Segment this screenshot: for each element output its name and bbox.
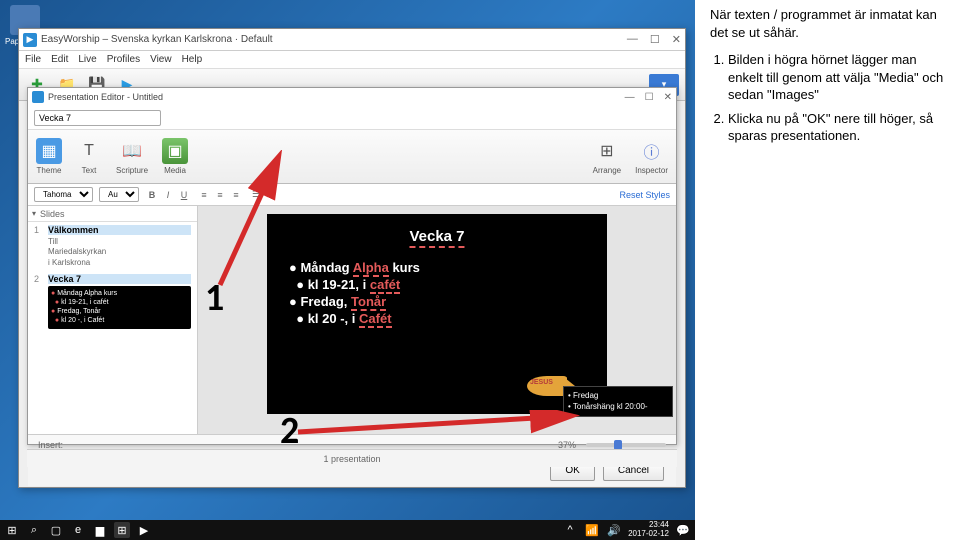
menu-view[interactable]: View: [150, 54, 172, 65]
align-center[interactable]: ≡: [213, 188, 227, 202]
menu-help[interactable]: Help: [182, 54, 203, 65]
title-input[interactable]: [34, 110, 161, 126]
slides-header[interactable]: ▾ Slides: [28, 206, 197, 222]
format-buttons: B I U: [145, 188, 191, 202]
app-icon: ▶: [23, 33, 37, 47]
minimize-button[interactable]: —: [627, 33, 638, 46]
menu-live[interactable]: Live: [78, 54, 96, 65]
editor-maximize[interactable]: ☐: [645, 92, 654, 103]
editor-icon: [32, 91, 44, 103]
italic-button[interactable]: I: [161, 188, 175, 202]
close-button[interactable]: ✕: [672, 33, 681, 46]
ribbon-arrange[interactable]: ⊞Arrange: [593, 138, 621, 175]
main-title-bar[interactable]: ▶ EasyWorship – Svenska kyrkan Karlskron…: [19, 29, 685, 51]
callout-number-2: 2: [280, 408, 299, 454]
ribbon-theme[interactable]: ▦Theme: [36, 138, 62, 175]
easyworship-window: ▶ EasyWorship – Svenska kyrkan Karlskron…: [18, 28, 686, 488]
ribbon-media[interactable]: ▣Media: [162, 138, 188, 175]
slides-panel: ▾ Slides 1 Välkommen Till Mariedalskyrka…: [28, 206, 198, 434]
arrange-icon: ⊞: [594, 138, 620, 164]
reset-styles[interactable]: Reset Styles: [619, 190, 670, 200]
slide-canvas[interactable]: Vecka 7 ● Måndag Alpha kurs ● kl 19-21, …: [267, 214, 607, 414]
zoom-slider[interactable]: [586, 443, 666, 447]
instruction-1: Bilden i högra hörnet lägger man enkelt …: [728, 51, 945, 104]
bold-button[interactable]: B: [145, 188, 159, 202]
ribbon-scripture[interactable]: 📖Scripture: [116, 138, 148, 175]
menu-edit[interactable]: Edit: [51, 54, 68, 65]
start-button[interactable]: ⊞: [4, 522, 20, 538]
slide-item[interactable]: 2 Vecka 7 ● Måndag Alpha kurs ● kl 19-21…: [28, 271, 197, 331]
editor-search-row: [28, 106, 676, 130]
scripture-icon: 📖: [119, 138, 145, 164]
align-buttons: ≡ ≡ ≡: [197, 188, 243, 202]
size-select[interactable]: Auto: [99, 187, 139, 202]
zoom-value: 37%: [558, 440, 576, 450]
maximize-button[interactable]: ☐: [650, 33, 660, 46]
menu-profiles[interactable]: Profiles: [107, 54, 140, 65]
tray-chevron-icon[interactable]: ^: [562, 522, 578, 538]
menu-bar: File Edit Live Profiles View Help: [19, 51, 685, 69]
search-button[interactable]: ⌕: [26, 522, 42, 538]
clock[interactable]: 23:44 2017-02-12: [628, 521, 669, 539]
valign-button[interactable]: ⬍: [265, 188, 279, 202]
chevron-down-icon: ▾: [32, 209, 36, 218]
presentation-count: 1 presentation: [323, 454, 380, 464]
canvas-title: Vecka 7: [409, 228, 464, 248]
text-icon: T: [76, 138, 102, 164]
align-left[interactable]: ≡: [197, 188, 211, 202]
theme-icon: ▦: [36, 138, 62, 164]
volume-icon[interactable]: 🔊: [606, 522, 622, 538]
slide-title: Vecka 7: [48, 274, 191, 284]
notifications-icon[interactable]: 💬: [675, 522, 691, 538]
menu-file[interactable]: File: [25, 54, 41, 65]
desktop: Papperskorg ▶ EasyWorship – Svenska kyrk…: [0, 0, 695, 520]
instruction-2: Klicka nu på "OK" nere till höger, så sp…: [728, 110, 945, 145]
store-icon[interactable]: ⊞: [114, 522, 130, 538]
taskview-button[interactable]: ▢: [48, 522, 64, 538]
window-title: EasyWorship – Svenska kyrkan Karlskrona …: [41, 34, 273, 45]
slide-title: Välkommen: [48, 225, 191, 235]
taskbar: ⊞ ⌕ ▢ e ▆ ⊞ ▶ ^ 📶 🔊 23:44 2017-02-12 💬: [0, 520, 695, 540]
editor-minimize[interactable]: —: [625, 92, 635, 103]
easyworship-taskbar-icon[interactable]: ▶: [136, 522, 152, 538]
insert-label: Insert:: [38, 440, 63, 450]
editor-close[interactable]: ✕: [664, 92, 672, 103]
explorer-icon[interactable]: ▆: [92, 522, 108, 538]
edge-icon[interactable]: e: [70, 522, 86, 538]
font-select[interactable]: Tahoma: [34, 187, 93, 202]
slide-item[interactable]: 1 Välkommen Till Mariedalskyrkan i Karls…: [28, 222, 197, 271]
underline-button[interactable]: U: [177, 188, 191, 202]
align-right[interactable]: ≡: [229, 188, 243, 202]
instructions-intro: När texten / programmet är inmatat kan d…: [710, 6, 945, 41]
schedule-preview: • Fredag • Tonårshäng kl 20:00-: [563, 386, 673, 417]
editor-ribbon: ▦Theme TText 📖Scripture ▣Media ⊞Arrange …: [28, 130, 676, 184]
network-icon[interactable]: 📶: [584, 522, 600, 538]
inspector-icon: ⓘ: [639, 138, 665, 164]
bullets-button[interactable]: ☰: [249, 188, 263, 202]
editor-title-bar[interactable]: Presentation Editor - Untitled — ☐ ✕: [28, 88, 676, 106]
format-bar: Tahoma Auto B I U ≡ ≡ ≡ ☰ ⬍ Reset Styles: [28, 184, 676, 206]
callout-number-1: 1: [205, 275, 224, 321]
instructions-panel: När texten / programmet är inmatat kan d…: [700, 0, 955, 540]
media-icon: ▣: [162, 138, 188, 164]
ribbon-text[interactable]: TText: [76, 138, 102, 175]
status-bar: 1 presentation: [27, 449, 677, 467]
editor-title: Presentation Editor - Untitled: [48, 92, 163, 102]
ribbon-inspector[interactable]: ⓘInspector: [635, 138, 668, 175]
window-controls: — ☐ ✕: [627, 33, 681, 46]
